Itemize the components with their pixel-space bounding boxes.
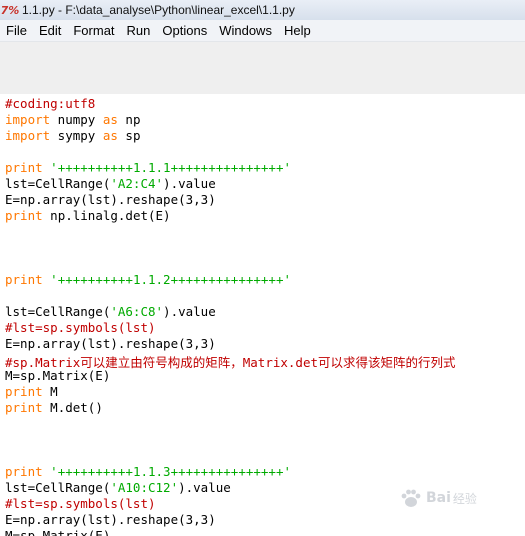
menu-run[interactable]: Run — [121, 20, 157, 42]
code-editor[interactable]: #coding:utf8 import numpy as np import sym… — [0, 94, 525, 536]
code-line: import sympy as sp — [5, 128, 140, 144]
code-token-keyword: print — [5, 400, 43, 415]
code-token-plain: E=np.array(lst).reshape(3,3) — [5, 512, 216, 527]
code-token-plain: sp — [117, 128, 141, 143]
code-line: lst=CellRange('A6:C8').value — [5, 304, 216, 320]
code-token-string: 'A6:C8' — [110, 304, 164, 319]
code-token-plain: M=sp.Matrix(E) — [5, 368, 111, 383]
code-line: print M.det() — [5, 400, 103, 416]
code-line: M=sp.Matrix(E) — [5, 368, 110, 384]
code-token-plain: E=np.array(lst).reshape(3,3) — [5, 336, 216, 351]
code-token-comment: #coding:utf8 — [5, 96, 96, 111]
code-token-keyword: as — [102, 128, 118, 143]
watermark-cn: 经验 — [452, 491, 477, 506]
title-bar: 7% 1.1.py - F:\data_analyse\Python\linea… — [0, 0, 525, 20]
code-token-plain: lst=CellRange( — [5, 480, 111, 495]
code-line: E=np.array(lst).reshape(3,3) — [5, 512, 216, 528]
code-token-string: '++++++++++1.1.3+++++++++++++++' — [50, 464, 291, 479]
code-token-plain: M.det() — [42, 400, 103, 415]
code-token-plain: lst=CellRange( — [5, 176, 111, 191]
code-line: print '++++++++++1.1.1+++++++++++++++' — [5, 160, 291, 176]
code-line: lst=CellRange('A2:C4').value — [5, 176, 216, 192]
menu-help[interactable]: Help — [278, 20, 317, 42]
code-token-keyword: print — [5, 464, 43, 479]
menu-options[interactable]: Options — [156, 20, 213, 42]
code-token-plain: ).value — [178, 480, 231, 495]
code-token-plain: np.linalg.det(E) — [42, 208, 171, 223]
code-token-string: '++++++++++1.1.1+++++++++++++++' — [50, 160, 291, 175]
code-line: print '++++++++++1.1.3+++++++++++++++' — [5, 464, 291, 480]
code-token-keyword: print — [5, 160, 43, 175]
baidu-watermark: Bai 经验 — [400, 478, 518, 518]
code-token-keyword: print — [5, 384, 43, 399]
python-idle-icon: 7% — [0, 3, 20, 17]
code-token-keyword: print — [5, 272, 43, 287]
code-line: print M — [5, 384, 58, 400]
code-token-plain: M — [42, 384, 58, 399]
code-token-keyword: import — [5, 112, 51, 127]
code-token-plain: np — [117, 112, 141, 127]
code-token-keyword: print — [5, 208, 43, 223]
code-token-string: '++++++++++1.1.2+++++++++++++++' — [50, 272, 291, 287]
code-line: #lst=sp.symbols(lst) — [5, 320, 156, 336]
code-token-string: 'A2:C4' — [110, 176, 164, 191]
code-line: print '++++++++++1.1.2+++++++++++++++' — [5, 272, 291, 288]
code-line: E=np.array(lst).reshape(3,3) — [5, 192, 216, 208]
menu-file[interactable]: File — [0, 20, 33, 42]
code-line: #coding:utf8 — [5, 96, 95, 112]
code-line: M=sp.Matrix(E) — [5, 528, 110, 536]
code-line: print np.linalg.det(E) — [5, 208, 171, 224]
code-token-keyword: as — [102, 112, 118, 127]
code-line: import numpy as np — [5, 112, 140, 128]
code-token-comment: #lst=sp.symbols(lst) — [5, 320, 156, 335]
code-line: #lst=sp.symbols(lst) — [5, 496, 156, 512]
paw-icon — [401, 489, 421, 507]
menu-bar: File Edit Format Run Options Windows Hel… — [0, 20, 525, 42]
code-token-string: 'A10:C12' — [110, 480, 179, 495]
code-token-plain: ).value — [163, 176, 216, 191]
window-title: 1.1.py - F:\data_analyse\Python\linear_e… — [22, 3, 295, 17]
code-line: lst=CellRange('A10:C12').value — [5, 480, 231, 496]
menu-format[interactable]: Format — [67, 20, 120, 42]
code-token-plain: E=np.array(lst).reshape(3,3) — [5, 192, 216, 207]
code-token-plain: ).value — [163, 304, 216, 319]
code-token-plain: numpy — [50, 112, 103, 127]
code-token-plain: sympy — [50, 128, 103, 143]
menu-edit[interactable]: Edit — [33, 20, 67, 42]
toolbar-area — [0, 42, 525, 95]
code-token-plain: M=sp.Matrix(E) — [5, 528, 111, 536]
watermark-brand: Bai — [426, 490, 451, 506]
code-token-comment: #lst=sp.symbols(lst) — [5, 496, 156, 511]
menu-windows[interactable]: Windows — [213, 20, 278, 42]
code-token-keyword: import — [5, 128, 51, 143]
code-token-plain: lst=CellRange( — [5, 304, 111, 319]
code-line: #sp.Matrix可以建立由符号构成的矩阵，Matrix.det可以求得该矩阵… — [5, 352, 456, 370]
code-line: E=np.array(lst).reshape(3,3) — [5, 336, 216, 352]
